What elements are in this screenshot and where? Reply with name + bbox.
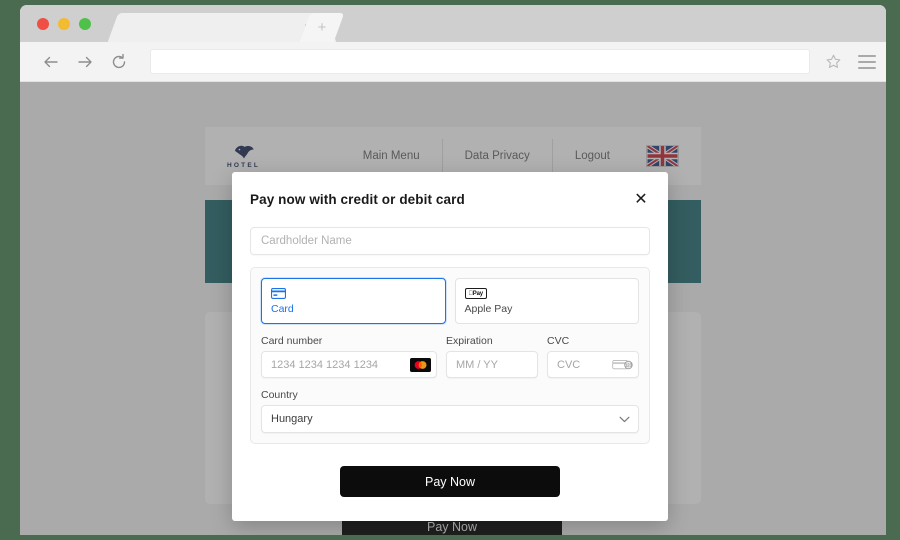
hamburger-menu-icon [858,60,876,63]
back-button[interactable] [34,45,68,79]
bookmark-button[interactable] [818,53,848,70]
forward-button[interactable] [68,45,102,79]
card-fields-row: Card number 1234 1234 1234 1234 Expirati… [261,335,639,378]
expiration-label: Expiration [446,335,493,347]
new-tab-icon: + [317,19,327,36]
credit-card-icon [271,287,436,300]
cardholder-name-input[interactable] [250,227,650,255]
country-label: Country [261,389,298,401]
payment-method-tabs: Card Pay Apple Pay [261,278,639,324]
screen: × + [0,0,900,540]
reload-button[interactable] [102,45,136,79]
window-controls [37,18,91,30]
apple-pay-badge: Pay [464,288,487,299]
hamburger-menu-icon [858,66,876,69]
arrow-right-icon [78,56,92,67]
svg-text:123: 123 [625,362,633,367]
arrow-left-icon [44,56,58,67]
page-viewport: HOTEL Main Menu Data Privacy Logout Pay … [20,82,886,535]
payment-method-card[interactable]: Card [261,278,446,324]
credit-card-svg [271,288,286,299]
maximize-window-button[interactable] [79,18,91,30]
country-select-wrap: Hungary [261,405,639,433]
modal-title: Pay now with credit or debit card [250,192,465,207]
apple-pay-icon: Pay [464,287,630,300]
star-icon [826,54,840,68]
hamburger-menu-icon [858,54,876,57]
card-number-input-wrap [261,351,437,378]
pay-now-button[interactable]: Pay Now [340,466,560,497]
expiration-field: Expiration [446,335,538,378]
cvc-field: CVC 123 [547,335,639,378]
mastercard-svg [410,357,431,372]
payment-method-apple-pay[interactable]: Pay Apple Pay [454,278,639,324]
expiration-input-wrap [446,351,538,378]
reload-icon [112,53,126,68]
card-number-label: Card number [261,335,323,347]
country-field: Country Hungary [261,389,639,433]
payment-modal: Pay now with credit or debit card ✕ Card… [232,172,668,521]
expiration-input[interactable] [446,351,538,378]
cvc-input-wrap: 123 [547,351,639,378]
modal-header: Pay now with credit or debit card ✕ [250,192,650,210]
payment-method-card-label: Card [271,303,294,315]
browser-toolbar [20,42,886,82]
browser-tab-strip: × + [20,5,886,42]
new-tab-button[interactable]: + [299,13,345,42]
address-bar[interactable] [150,49,810,74]
country-select[interactable]: Hungary [261,405,639,433]
browser-tab[interactable]: × [122,13,322,42]
cvc-card-icon: 123 [612,358,633,372]
browser-menu-button[interactable] [848,54,886,69]
payment-method-apple-pay-label: Apple Pay [464,303,513,315]
cvc-label: CVC [547,335,570,347]
cvc-card-svg: 123 [612,359,633,369]
close-icon[interactable]: ✕ [632,192,650,210]
browser-window: × + [20,5,886,535]
mastercard-icon [410,357,431,372]
minimize-window-button[interactable] [58,18,70,30]
close-window-button[interactable] [37,18,49,30]
payment-details-panel: Card Pay Apple Pay Card number [250,267,650,444]
card-number-field: Card number [261,335,437,378]
